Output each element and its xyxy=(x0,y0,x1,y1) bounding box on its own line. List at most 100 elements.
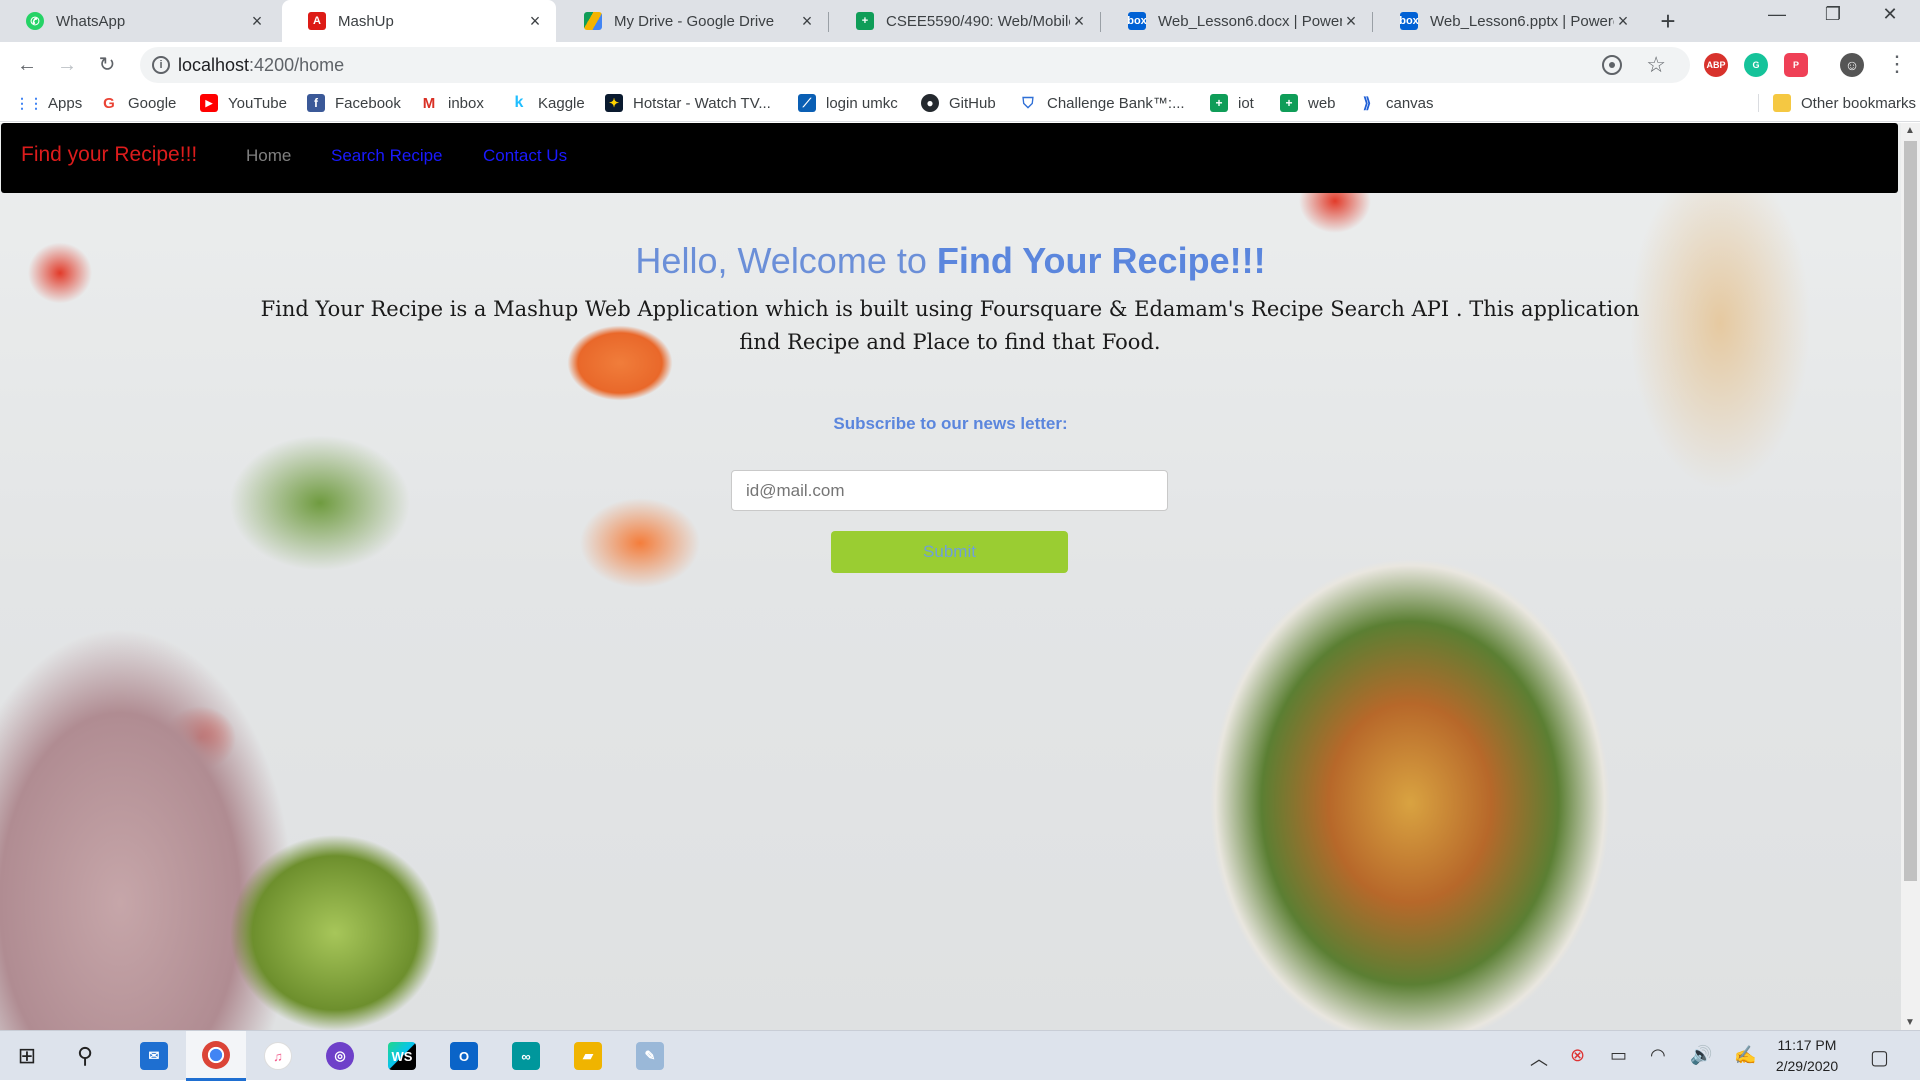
bookmark-apps[interactable]: ⋮⋮ Apps xyxy=(15,94,82,112)
nav-search-recipe[interactable]: Search Recipe xyxy=(331,146,443,166)
pen-icon[interactable]: ✍ xyxy=(1734,1045,1756,1066)
canvas-icon: ⟫ xyxy=(1362,95,1372,112)
bookmark-hotstar[interactable]: ✦ Hotstar - Watch TV... xyxy=(605,94,771,112)
tab-title: MashUp xyxy=(338,12,394,30)
bookmark-challenge-bank[interactable]: ⛉ Challenge Bank™:... xyxy=(1019,94,1185,112)
tab-title: My Drive - Google Drive xyxy=(614,12,775,30)
tab-web-lesson-docx[interactable]: box Web_Lesson6.docx | Powered × xyxy=(1102,0,1372,42)
bookmark-iot[interactable]: + iot xyxy=(1210,94,1254,112)
bookmark-inbox[interactable]: Minbox xyxy=(420,94,484,112)
browser-toolbar: ← → ↻ i localhost:4200/home ☆ ABP G P ☺ … xyxy=(0,42,1920,88)
system-clock[interactable]: 11:17 PM 2/29/2020 xyxy=(1757,1035,1857,1077)
bookmark-kaggle[interactable]: k Kaggle xyxy=(510,94,585,112)
grammarly-icon[interactable]: G xyxy=(1744,53,1768,77)
bookmark-label: iot xyxy=(1238,94,1254,112)
bookmark-label: login umkc xyxy=(826,94,898,112)
arduino-icon: ∞ xyxy=(512,1042,540,1070)
tab-google-drive[interactable]: My Drive - Google Drive × xyxy=(558,0,828,42)
google-sheets-icon: + xyxy=(856,12,874,30)
taskbar-mail[interactable]: ✉ xyxy=(124,1031,184,1081)
bookmark-label: inbox xyxy=(448,94,484,112)
page-viewport: Find your Recipe!!! Home Search Recipe C… xyxy=(0,123,1901,1030)
windows-taskbar: ⊞ ⚲ ✉ ♫ ◎ WS O ∞ ▰ ✎ ︿ ⊗ ▭ ◠ 🔊 ✍ 11:17 P… xyxy=(0,1030,1920,1081)
tab-web-lesson-pptx[interactable]: box Web_Lesson6.pptx | Powered × xyxy=(1374,0,1644,42)
address-bar[interactable]: i localhost:4200/home ☆ xyxy=(140,47,1690,83)
tab-csee[interactable]: + CSEE5590/490: Web/Mobile × xyxy=(830,0,1100,42)
taskbar-webstorm[interactable]: WS xyxy=(372,1031,432,1081)
close-tab-icon[interactable]: × xyxy=(1342,11,1360,32)
browser-tab-strip: ✆ WhatsApp × A MashUp × My Drive - Googl… xyxy=(0,0,1920,42)
taskbar-outlook[interactable]: O xyxy=(434,1031,494,1081)
brand-logo[interactable]: Find your Recipe!!! xyxy=(21,143,197,167)
show-hidden-icons[interactable]: ︿ xyxy=(1530,1045,1548,1071)
volume-icon[interactable]: 🔊 xyxy=(1690,1045,1712,1066)
bookmark-label: canvas xyxy=(1386,94,1434,112)
scroll-down-icon[interactable]: ▼ xyxy=(1905,1017,1915,1028)
hero-app-name: Find Your Recipe!!! xyxy=(936,240,1266,281)
bookmark-github[interactable]: ● GitHub xyxy=(921,94,996,112)
taskbar-arduino[interactable]: ∞ xyxy=(496,1031,556,1081)
github-desktop-icon: ◎ xyxy=(326,1042,354,1070)
taskbar-file-explorer[interactable]: ▰ xyxy=(558,1031,618,1081)
profile-avatar[interactable]: ☺ xyxy=(1840,53,1864,77)
tab-whatsapp[interactable]: ✆ WhatsApp × xyxy=(0,0,278,42)
wifi-icon[interactable]: ◠ xyxy=(1650,1045,1666,1066)
close-tab-icon[interactable]: × xyxy=(526,11,544,32)
bookmark-label: Google xyxy=(128,94,177,112)
nav-home[interactable]: Home xyxy=(246,146,291,166)
nav-contact-us[interactable]: Contact Us xyxy=(483,146,567,166)
bookmark-canvas[interactable]: ⟫ canvas xyxy=(1358,94,1434,113)
challenge-bank-icon: ⛉ xyxy=(1022,94,1034,112)
network-error-icon[interactable]: ⊗ xyxy=(1570,1045,1585,1066)
taskbar-github-desktop[interactable]: ◎ xyxy=(310,1031,370,1081)
hero-greeting: Hello, Welcome to xyxy=(635,240,937,281)
info-icon[interactable]: i xyxy=(152,56,170,74)
minimize-button[interactable]: — xyxy=(1757,4,1797,25)
adblock-plus-icon[interactable]: ABP xyxy=(1704,53,1728,77)
new-tab-button[interactable]: + xyxy=(1656,6,1680,37)
bookmark-login-umkc[interactable]: ⟋ login umkc xyxy=(798,94,898,112)
taskbar-itunes[interactable]: ♫ xyxy=(248,1031,308,1081)
search-button[interactable]: ⚲ xyxy=(58,1031,112,1081)
close-tab-icon[interactable]: × xyxy=(1070,11,1088,32)
bookmark-star-icon[interactable]: ☆ xyxy=(1646,52,1666,78)
close-window-button[interactable]: ✕ xyxy=(1870,4,1910,25)
reload-button[interactable]: ↻ xyxy=(92,50,122,80)
submit-button[interactable]: Submit xyxy=(831,531,1068,573)
location-icon[interactable] xyxy=(1602,55,1622,75)
forward-button[interactable]: → xyxy=(52,50,82,80)
bookmark-label: Facebook xyxy=(335,94,401,112)
close-tab-icon[interactable]: × xyxy=(248,11,266,32)
back-button[interactable]: ← xyxy=(12,50,42,80)
facebook-icon: f xyxy=(307,94,325,112)
close-tab-icon[interactable]: × xyxy=(1614,11,1632,32)
scrollbar-thumb[interactable] xyxy=(1904,141,1917,881)
scroll-up-icon[interactable]: ▲ xyxy=(1905,125,1915,136)
browser-menu-icon[interactable]: ⋮ xyxy=(1886,50,1908,78)
email-input[interactable] xyxy=(731,470,1168,511)
clock-time: 11:17 PM xyxy=(1777,1037,1837,1053)
bookmark-facebook[interactable]: f Facebook xyxy=(307,94,401,112)
tab-separator xyxy=(1100,12,1101,32)
bookmark-label: YouTube xyxy=(228,94,287,112)
other-bookmarks[interactable]: Other bookmarks xyxy=(1758,94,1916,112)
taskbar-paint[interactable]: ✎ xyxy=(620,1031,680,1081)
page-scrollbar[interactable]: ▲ ▼ xyxy=(1901,123,1920,1030)
apps-grid-icon: ⋮⋮ xyxy=(15,94,43,111)
app-navbar: Find your Recipe!!! Home Search Recipe C… xyxy=(1,123,1898,193)
notifications-icon[interactable]: ▢ xyxy=(1870,1045,1889,1070)
battery-icon[interactable]: ▭ xyxy=(1610,1045,1627,1066)
bookmark-label: Challenge Bank™:... xyxy=(1047,94,1185,112)
github-icon: ● xyxy=(921,94,939,112)
bookmark-label: GitHub xyxy=(949,94,996,112)
close-tab-icon[interactable]: × xyxy=(798,11,816,32)
pocket-icon[interactable]: P xyxy=(1784,53,1808,77)
bookmark-web[interactable]: + web xyxy=(1280,94,1336,112)
taskbar-chrome[interactable] xyxy=(186,1031,246,1081)
start-button[interactable]: ⊞ xyxy=(0,1031,54,1081)
restore-button[interactable]: ❐ xyxy=(1813,4,1853,25)
tab-mashup[interactable]: A MashUp × xyxy=(282,0,556,42)
bookmark-google[interactable]: G Google xyxy=(100,94,176,112)
tab-title: Web_Lesson6.pptx | Powered xyxy=(1430,12,1614,30)
bookmark-youtube[interactable]: ▶ YouTube xyxy=(200,94,287,112)
